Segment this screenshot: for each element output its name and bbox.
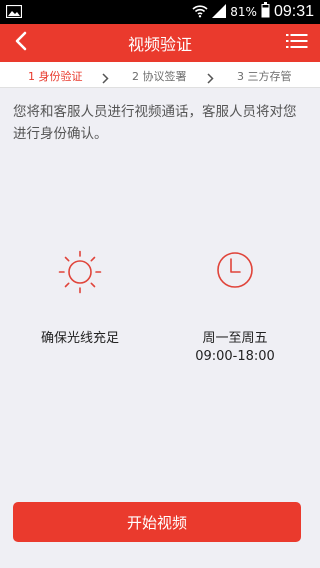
step-2-agreement: 2 协议签署 [132, 70, 187, 83]
status-bar: 81% 09:31 [0, 0, 320, 24]
intro-text: 您将和客服人员进行视频通话，客服人员将对您进行身份确认。 [13, 104, 297, 142]
step-1-identity: 1 身份验证 [28, 70, 83, 83]
battery-icon [261, 2, 270, 22]
status-time: 09:31 [273, 3, 314, 20]
chevron-right-icon [207, 69, 214, 88]
feature-lighting: 确保光线充足 [30, 250, 130, 348]
step-3-custody: 3 三方存管 [237, 70, 292, 83]
page-title: 视频验证 [127, 35, 192, 54]
menu-button[interactable] [284, 31, 310, 55]
battery-percent: 81% [230, 5, 257, 19]
chevron-right-icon [102, 69, 109, 88]
feature-hours-days: 周一至周五 [202, 331, 268, 346]
status-right: 81% 09:31 [192, 2, 314, 22]
step-indicator: 1 身份验证 2 协议签署 3 三方存管 [0, 62, 320, 88]
sun-icon [30, 250, 130, 294]
status-left [5, 3, 23, 22]
feature-hours-time: 09:00-18:00 [195, 349, 275, 364]
list-menu-icon [286, 33, 308, 53]
feature-lighting-label: 确保光线充足 [40, 331, 119, 346]
clock-icon [185, 250, 285, 294]
start-video-button[interactable]: 开始视频 [13, 502, 301, 542]
gallery-icon [5, 3, 23, 22]
feature-hours: 周一至周五 09:00-18:00 [185, 250, 285, 366]
signal-icon [212, 3, 227, 22]
header-bar: 视频验证 [0, 24, 320, 62]
wifi-icon [192, 3, 208, 22]
chevron-left-icon [14, 31, 28, 55]
back-button[interactable] [6, 28, 36, 58]
